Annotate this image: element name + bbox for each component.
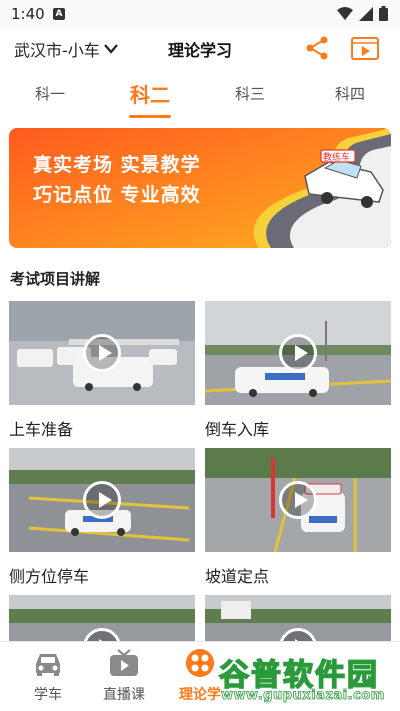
video-title: 倒车入库: [205, 420, 270, 439]
video-title: 坡道定点: [205, 567, 270, 586]
subject-tabs: 科一 科二 科三 科四: [0, 70, 400, 120]
tab-subject-3[interactable]: 科三: [200, 70, 300, 120]
banner-line-2: 巧记点位 专业高效: [33, 184, 201, 206]
video-thumbnail: [205, 448, 391, 552]
page-title: 理论学习: [167, 41, 232, 60]
battery-icon: [379, 6, 388, 21]
video-thumbnail: [9, 301, 195, 405]
share-icon[interactable]: [302, 33, 332, 63]
tab-subject-1[interactable]: 科一: [0, 70, 100, 120]
video-card[interactable]: 上车准备: [9, 301, 195, 440]
grid-icon: [186, 649, 214, 677]
tab-subject-4[interactable]: 科四: [300, 70, 400, 120]
tab-subject-2[interactable]: 科二: [100, 70, 200, 120]
play-icon: [279, 334, 317, 372]
video-thumbnail: [9, 448, 195, 552]
nav-label: 学车: [34, 687, 62, 703]
notification-icon: A: [53, 8, 65, 20]
video-title: 上车准备: [9, 420, 74, 439]
video-card[interactable]: 坡道定点: [205, 448, 391, 587]
video-title: 侧方位停车: [9, 567, 90, 586]
section-title: 考试项目讲解: [10, 270, 101, 288]
video-card[interactable]: 侧方位停车: [9, 448, 195, 587]
wifi-icon: [337, 6, 353, 20]
signal-icon: [359, 6, 373, 21]
car-icon: [36, 654, 60, 676]
promo-banner[interactable]: 教练车 真实考场 实景教学 巧记点位 专业高效: [9, 128, 391, 248]
video-thumbnail: [205, 301, 391, 405]
play-icon: [83, 481, 121, 519]
banner-line-1: 真实考场 实景教学: [33, 154, 201, 176]
car-roof-text: 教练车: [323, 151, 350, 163]
video-card[interactable]: 倒车入库: [205, 301, 391, 440]
status-time: 1:40: [11, 5, 45, 23]
play-icon: [83, 334, 121, 372]
app-header: 武汉市-小车 理论学习: [0, 28, 400, 68]
status-indicators: [337, 6, 388, 21]
watermark-url: www.gupuxiazai.com: [221, 688, 385, 704]
watermark: 谷普软件园 www.gupuxiazai.com: [215, 648, 397, 708]
nav-item-live-class[interactable]: 直播课: [84, 648, 164, 704]
tv-icon: [110, 649, 138, 676]
play-icon: [279, 481, 317, 519]
status-bar: 1:40 A: [0, 0, 400, 28]
video-list-icon[interactable]: [350, 33, 380, 63]
nav-label: 直播课: [103, 687, 145, 703]
nav-item-learn-driving[interactable]: 学车: [8, 648, 88, 704]
